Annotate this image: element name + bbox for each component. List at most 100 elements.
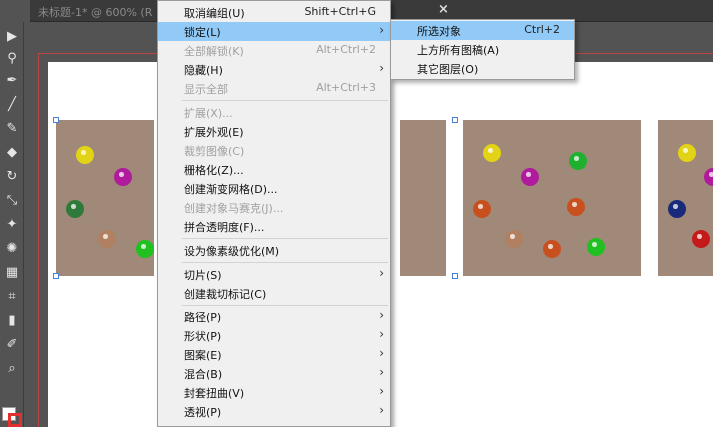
stroke-swatch[interactable] [8,413,22,427]
artwork-panel[interactable] [658,120,713,276]
submenu-arrow-icon: › [379,384,384,398]
menu-item-label: 其它图层(O) [417,63,479,76]
submenu-item-selection[interactable]: 所选对象 Ctrl+2 [391,21,574,40]
menu-item-label: 混合(B) [184,368,223,381]
menu-item-label: 创建对象马赛克(J)... [184,202,284,215]
artwork-panel[interactable] [56,120,154,276]
ball [678,144,696,162]
eraser-icon[interactable]: ◆ [2,144,22,162]
eyedropper-icon[interactable]: ✐ [2,336,22,354]
ball [76,146,94,164]
menu-item-create-gradient-mesh[interactable]: 创建渐变网格(D)... [158,179,390,198]
menu-item-label: 扩展(X)... [184,107,233,120]
menu-item-unlock-all[interactable]: 全部解锁(K) Alt+Ctrl+2 [158,41,390,60]
menu-item-label: 切片(S) [184,269,222,282]
menu-item-label: 透视(P) [184,406,222,419]
menu-item-crop-image[interactable]: 裁剪图像(C) [158,141,390,160]
puppet-warp-icon[interactable]: ✦ [2,216,22,234]
ball [66,200,84,218]
paintbrush-icon[interactable]: ✎ [2,120,22,138]
ball [136,240,154,258]
selection-handle[interactable] [452,117,458,123]
menu-item-perspective[interactable]: 透视(P) › [158,402,390,421]
menu-item-label: 显示全部 [184,83,228,96]
ball [473,200,491,218]
artwork-panel[interactable] [463,120,641,276]
submenu-arrow-icon: › [379,403,384,417]
menu-item-label: 锁定(L) [184,26,221,39]
zoom-icon[interactable]: ⌕ [2,360,22,378]
submenu-arrow-icon: › [379,266,384,280]
fill-stroke-swatch[interactable] [0,405,22,427]
lasso-icon[interactable]: ⚲ [2,50,22,68]
menu-item-path[interactable]: 路径(P) › [158,307,390,326]
ball [505,230,523,248]
menu-item-create-object-mosaic[interactable]: 创建对象马赛克(J)... [158,198,390,217]
menu-item-label: 上方所有图稿(A) [417,44,500,57]
menu-item-expand[interactable]: 扩展(X)... [158,103,390,122]
ball [692,230,710,248]
menu-item-shortcut: Shift+Ctrl+G [304,5,376,18]
menu-item-pixel-perfect[interactable]: 设为像素级优化(M) [158,241,390,260]
menu-item-blend[interactable]: 混合(B) › [158,364,390,383]
selection-arrow-icon[interactable]: ▶ [2,28,22,46]
scale-icon[interactable]: ⤡ [2,192,22,210]
menu-item-shortcut: Alt+Ctrl+2 [316,43,376,56]
menu-separator [182,100,388,101]
mesh-icon[interactable]: ⌗ [2,288,22,306]
menu-separator [182,238,388,239]
ball [704,168,713,186]
menu-item-rasterize[interactable]: 栅格化(Z)... [158,160,390,179]
ball [98,230,116,248]
ball [483,144,501,162]
menu-item-shape[interactable]: 形状(P) › [158,326,390,345]
document-tab[interactable]: 未标题-1* @ 600% (R [30,0,170,22]
tools-panel: ▶ ⚲ ✒ ╱ ✎ ◆ ↻ ⤡ ✦ ✺ ▦ ⌗ ▮ ✐ ⌕ [0,22,24,427]
menu-separator [182,305,388,306]
menu-item-pattern[interactable]: 图案(E) › [158,345,390,364]
line-icon[interactable]: ╱ [2,96,22,114]
selection-handle[interactable] [53,117,59,123]
menu-item-expand-appearance[interactable]: 扩展外观(E) [158,122,390,141]
submenu-arrow-icon: › [379,346,384,360]
menu-item-hide[interactable]: 隐藏(H) › [158,60,390,79]
menu-item-flatten-transparency[interactable]: 拼合透明度(F)... [158,217,390,236]
menu-separator [182,262,388,263]
ball [587,238,605,256]
submenu-arrow-icon: › [379,365,384,379]
menu-item-label: 取消编组(U) [184,7,245,20]
submenu-item-all-artwork-above[interactable]: 上方所有图稿(A) [391,40,574,59]
menu-item-shortcut: Alt+Ctrl+3 [316,81,376,94]
submenu-arrow-icon: › [379,327,384,341]
menu-item-lock[interactable]: 锁定(L) › [158,22,390,41]
pen-icon[interactable]: ✒ [2,72,22,90]
menu-item-show-all[interactable]: 显示全部 Alt+Ctrl+3 [158,79,390,98]
lock-submenu: 所选对象 Ctrl+2 上方所有图稿(A) 其它图层(O) [390,19,575,80]
menu-item-label: 隐藏(H) [184,64,223,77]
menu-item-create-trim-marks[interactable]: 创建裁切标记(C) [158,284,390,303]
submenu-item-other-layers[interactable]: 其它图层(O) [391,59,574,78]
rotate-icon[interactable]: ↻ [2,168,22,186]
menu-item-label: 扩展外观(E) [184,126,244,139]
menu-item-label: 路径(P) [184,311,222,324]
submenu-arrow-icon: › [379,61,384,75]
menu-item-label: 封套扭曲(V) [184,387,245,400]
menu-item-shortcut: Ctrl+2 [524,23,560,36]
ball [668,200,686,218]
selection-handle[interactable] [452,273,458,279]
ball [521,168,539,186]
submenu-arrow-icon: › [379,308,384,322]
close-tab-icon[interactable]: × [438,2,449,17]
symbol-sprayer-icon[interactable]: ✺ [2,240,22,258]
column-graph-icon[interactable]: ▮ [2,312,22,330]
context-menu: 取消编组(U) Shift+Ctrl+G 锁定(L) › 全部解锁(K) Alt… [157,0,391,427]
artwork-panel[interactable] [400,120,446,276]
menu-item-label: 拼合透明度(F)... [184,221,265,234]
selection-handle[interactable] [53,273,59,279]
menu-item-envelope-distort[interactable]: 封套扭曲(V) › [158,383,390,402]
menu-item-label: 创建裁切标记(C) [184,288,267,301]
gradient-icon[interactable]: ▦ [2,264,22,282]
menu-item-ungroup[interactable]: 取消编组(U) Shift+Ctrl+G [158,3,390,22]
submenu-arrow-icon: › [379,23,384,37]
menu-item-slice[interactable]: 切片(S) › [158,265,390,284]
